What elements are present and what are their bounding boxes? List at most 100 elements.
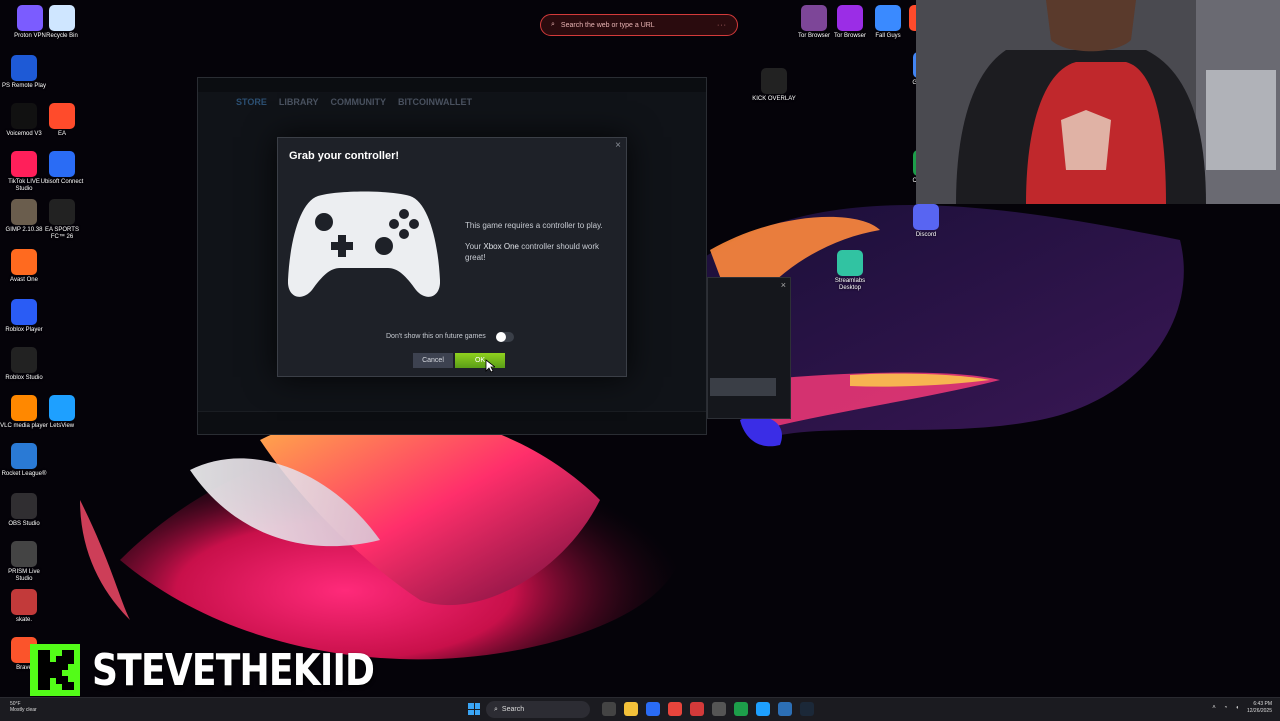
steam-bottom-bar — [198, 411, 706, 434]
desktop-icon-label: EA — [57, 131, 66, 137]
app-icon — [11, 347, 37, 373]
cancel-button[interactable]: Cancel — [413, 353, 453, 368]
ok-button[interactable]: OK — [455, 353, 505, 368]
desktop-icon-label: Recycle Bin — [46, 33, 78, 39]
calculator-icon[interactable] — [712, 702, 726, 716]
desktop-icon-6[interactable]: Ubisoft Connect — [38, 151, 86, 186]
app-icon — [11, 55, 37, 81]
streamer-banner: STEVETHEKIID — [30, 644, 436, 696]
weather-widget[interactable]: 50°F Mostly clear — [10, 701, 37, 713]
chevron-up-icon[interactable]: ˄ — [1212, 705, 1216, 711]
desktop-icon-label: Discord — [915, 232, 937, 238]
dialog-title: Grab your controller! — [289, 150, 400, 162]
webcam-overlay — [916, 0, 1280, 204]
dialog-controller-note: Your Xbox One controller should work gre… — [465, 242, 600, 262]
wifi-icon[interactable]: ◔ — [1224, 705, 1228, 711]
desktop-icon-1[interactable]: Recycle Bin — [38, 5, 86, 40]
desktop-icon-label: Roblox Player — [5, 327, 43, 333]
app-icon — [11, 541, 37, 567]
app-icon — [761, 68, 787, 94]
app-icon — [11, 395, 37, 421]
desktop-icon-label: OBS Studio — [8, 521, 40, 527]
desktop-icon-14[interactable]: Rocket League® — [0, 443, 48, 478]
system-tray: ˄ ◔ ◖ 6:43 PM 12/26/2025 — [1212, 701, 1272, 715]
desktop-icon-label: Roblox Studio — [5, 375, 43, 381]
app-icon — [11, 249, 37, 275]
desktop-icon-label: Avast One — [10, 277, 38, 283]
app-icon — [801, 5, 827, 31]
desktop-icon-9[interactable]: Avast One — [0, 249, 48, 284]
toggle-knob — [496, 332, 506, 342]
dialog-message: This game requires a controller to play. — [465, 221, 603, 230]
app-icon — [837, 5, 863, 31]
steam-nav-store[interactable]: STORE — [236, 97, 267, 107]
dont-show-label: Don't show this on future games — [386, 333, 486, 340]
opera-icon[interactable] — [690, 702, 704, 716]
address-placeholder: Search the web or type a URL — [560, 21, 655, 29]
app-icon — [11, 199, 37, 225]
task-view-icon[interactable] — [602, 702, 616, 716]
desktop-icon-17[interactable]: skate. — [0, 589, 48, 624]
search-icon: ⌕ — [494, 705, 498, 713]
desktop-icon-13[interactable]: LetsView — [38, 395, 86, 430]
desktop-icon-label: LetsView — [49, 423, 75, 429]
app-icon — [49, 199, 75, 225]
file-explorer-icon[interactable] — [624, 702, 638, 716]
desktop-icon-16[interactable]: PRISM Live Studio — [0, 541, 48, 583]
desktop-icon-label: KICK OVERLAY — [752, 96, 796, 102]
app-icon — [49, 151, 75, 177]
edge-icon[interactable] — [756, 702, 770, 716]
steam-nav: STORE LIBRARY COMMUNITY BITCOINWALLET — [236, 97, 472, 107]
volume-icon[interactable]: ◖ — [1235, 705, 1239, 711]
search-icon: ⌕ — [551, 21, 555, 28]
app-icon — [49, 103, 75, 129]
desktop-icon-11[interactable]: Roblox Studio — [0, 347, 48, 382]
desktop-icon-label: PRISM Live Studio — [8, 569, 40, 582]
controller-dialog: Grab your controller! × This game requir… — [277, 137, 627, 377]
desktop-icon-label: EA SPORTS FC™ 26 — [45, 227, 79, 240]
close-icon[interactable]: × — [781, 280, 786, 290]
taskbar: 50°F Mostly clear ⌕ Search ˄ ◔ ◖ 6:43 PM… — [0, 697, 1280, 721]
windows-start-icon[interactable] — [468, 703, 480, 715]
taskbar-search[interactable]: ⌕ Search — [486, 701, 590, 718]
steam-icon[interactable] — [800, 702, 814, 716]
app-icon — [11, 299, 37, 325]
app-icon — [49, 5, 75, 31]
browser-address-bar[interactable]: ⌕ Search the web or type a URL ··· — [540, 14, 738, 36]
app-icon — [837, 250, 863, 276]
desktop-icon-label: skate. — [15, 617, 32, 623]
desktop-right-icon-5[interactable]: Streamlabs Desktop — [826, 250, 874, 292]
desktop-icon-label: Rocket League® — [1, 471, 47, 477]
desktop-icon-15[interactable]: OBS Studio — [0, 493, 48, 528]
dont-show-toggle[interactable] — [496, 332, 514, 342]
app-icon[interactable] — [734, 702, 748, 716]
app-icon — [11, 443, 37, 469]
desktop-right-icon-6[interactable]: Discord — [902, 204, 950, 239]
app-icon — [11, 103, 37, 129]
app-icon[interactable] — [778, 702, 792, 716]
streamer-name: STEVETHEKIID — [92, 644, 375, 696]
chrome-icon[interactable] — [668, 702, 682, 716]
desktop-icon-label: Streamlabs Desktop — [834, 278, 866, 291]
clock[interactable]: 6:43 PM 12/26/2025 — [1247, 701, 1272, 715]
steam-nav-library[interactable]: LIBRARY — [279, 97, 319, 107]
gamepad-icon — [288, 191, 440, 297]
kick-logo-icon — [30, 644, 80, 696]
desktop-icon-4[interactable]: EA — [38, 103, 86, 138]
background-dialog-button[interactable] — [710, 378, 776, 396]
desktop-icon-8[interactable]: EA SPORTS FC™ 26 — [38, 199, 86, 241]
steam-title-bar — [198, 78, 706, 92]
desktop-icon-10[interactable]: Roblox Player — [0, 299, 48, 334]
desktop-icon-2[interactable]: PS Remote Play — [0, 55, 48, 90]
steam-nav-community[interactable]: COMMUNITY — [331, 97, 387, 107]
app-icon — [913, 204, 939, 230]
desktop-icon-label: PS Remote Play — [1, 83, 47, 89]
menu-dots-icon[interactable]: ··· — [717, 22, 727, 29]
close-icon[interactable]: × — [615, 140, 621, 151]
app-icon — [11, 589, 37, 615]
app-icon[interactable] — [646, 702, 660, 716]
desktop-right-icon-4[interactable]: KICK OVERLAY — [750, 68, 798, 103]
steam-nav-bitcoinwallet[interactable]: BITCOINWALLET — [398, 97, 472, 107]
mouse-cursor-icon — [485, 359, 495, 373]
desktop-icon-label: Ubisoft Connect — [40, 179, 84, 185]
